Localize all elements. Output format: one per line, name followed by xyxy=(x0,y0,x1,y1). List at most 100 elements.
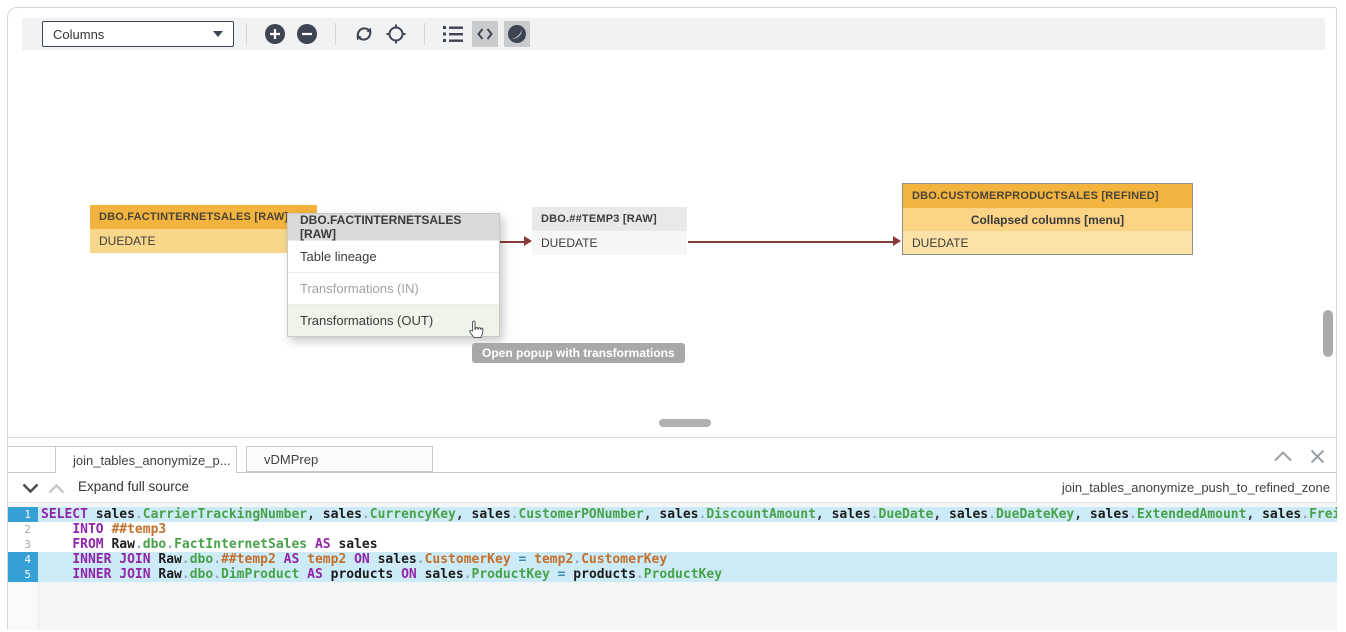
code-line[interactable]: 1SELECT sales.CarrierTrackingNumber, sal… xyxy=(8,507,1337,522)
sql-token: CustomerPONumber xyxy=(518,507,643,522)
sql-text: INNER JOIN Raw.dbo.DimProduct AS product… xyxy=(38,567,722,582)
sql-token: sales xyxy=(832,507,871,522)
line-number: 1 xyxy=(8,507,38,522)
horizontal-scrollbar-thumb[interactable] xyxy=(659,419,711,427)
zoom-in-button[interactable] xyxy=(262,21,288,47)
columns-dropdown[interactable]: Columns xyxy=(42,21,234,47)
code-line[interactable]: 5 INNER JOIN Raw.dbo.DimProduct AS produ… xyxy=(8,567,1337,582)
hand-cursor-icon xyxy=(465,320,485,347)
sql-token: . xyxy=(182,552,190,567)
sql-token xyxy=(41,552,72,567)
sql-token xyxy=(346,552,354,567)
sql-source-viewer[interactable]: 1SELECT sales.CarrierTrackingNumber, sal… xyxy=(8,503,1337,630)
zoom-out-button[interactable] xyxy=(294,21,320,47)
scroll-down-source-button[interactable] xyxy=(22,481,39,499)
sql-token xyxy=(550,567,558,582)
toolbar-separator xyxy=(424,23,425,45)
menu-item-transformations-in: Transformations (IN) xyxy=(288,272,499,304)
sql-token: . xyxy=(166,537,174,552)
sql-token: . xyxy=(182,567,190,582)
sql-token: sales xyxy=(323,507,362,522)
node-temp3[interactable]: DBO.##TEMP3 [RAW] DUEDATE xyxy=(532,207,687,255)
sql-token: . xyxy=(362,507,370,522)
collapsed-columns-menu[interactable]: Collapsed columns [menu] xyxy=(903,208,1192,231)
node-factinternetsales[interactable]: DBO.FACTINTERNETSALES [RAW] DUEDATE xyxy=(90,205,317,253)
line-number: 4 xyxy=(8,552,38,567)
sql-token: INNER JOIN xyxy=(72,552,158,567)
lineage-edge-arrowhead xyxy=(893,236,901,246)
code-line[interactable]: 4 INNER JOIN Raw.dbo.##temp2 AS temp2 ON… xyxy=(8,552,1337,567)
lineage-edge xyxy=(688,241,893,243)
fit-to-screen-icon xyxy=(385,23,407,45)
sql-token: , xyxy=(816,507,832,522)
node-title[interactable]: DBO.##TEMP3 [RAW] xyxy=(532,207,687,231)
sql-token: ##temp3 xyxy=(111,522,166,537)
sql-text: FROM Raw.dbo.FactInternetSales AS sales xyxy=(38,537,378,552)
sql-token: . xyxy=(1129,507,1137,522)
sql-token: AS xyxy=(307,567,330,582)
sql-token: sales xyxy=(378,552,417,567)
sql-token: ON xyxy=(354,552,377,567)
sql-token: Raw xyxy=(111,537,134,552)
sql-token: dbo xyxy=(190,567,213,582)
sql-token: DimProduct xyxy=(221,567,299,582)
tab-join-tables-anonymize[interactable]: join_tables_anonymize_p... xyxy=(55,446,237,473)
chevron-up-icon xyxy=(48,483,65,494)
toolbar-separator xyxy=(335,23,336,45)
sql-token: FROM xyxy=(72,537,111,552)
source-script-name: join_tables_anonymize_push_to_refined_zo… xyxy=(1062,480,1330,495)
scroll-up-source-button[interactable] xyxy=(48,481,65,499)
sql-token: ExtendedAmount xyxy=(1137,507,1247,522)
node-column-duedate[interactable]: DUEDATE xyxy=(90,229,317,253)
tab-vdmprep[interactable]: vDMPrep xyxy=(246,446,433,472)
sql-token: , xyxy=(456,507,472,522)
sql-token: Raw xyxy=(158,567,181,582)
code-icon xyxy=(476,26,494,42)
code-view-button[interactable] xyxy=(472,21,498,47)
collapse-panel-button[interactable] xyxy=(1272,447,1294,465)
sql-token: . xyxy=(417,552,425,567)
sql-token: sales xyxy=(472,507,511,522)
sql-token: . xyxy=(213,552,221,567)
node-column-duedate[interactable]: DUEDATE xyxy=(903,231,1192,254)
sql-token: AS xyxy=(284,552,307,567)
sql-token: AS xyxy=(315,537,338,552)
sql-token: ON xyxy=(401,567,424,582)
close-panel-button[interactable] xyxy=(1306,447,1328,465)
sql-token: . xyxy=(213,567,221,582)
sql-token: CustomerKey xyxy=(425,552,511,567)
tooltip: Open popup with transformations xyxy=(472,343,685,363)
refresh-icon xyxy=(353,23,375,45)
context-menu-title: DBO.FACTINTERNETSALES [RAW] xyxy=(288,214,499,240)
columns-dropdown-value: Columns xyxy=(53,27,104,42)
code-lines: 1SELECT sales.CarrierTrackingNumber, sal… xyxy=(8,503,1337,582)
contrast-button[interactable] xyxy=(504,21,530,47)
expand-full-source-button[interactable]: Expand full source xyxy=(78,479,189,494)
node-column-duedate[interactable]: DUEDATE xyxy=(532,231,687,255)
sql-token: . xyxy=(135,507,143,522)
refresh-button[interactable] xyxy=(351,21,377,47)
sql-token: . xyxy=(988,507,996,522)
sql-token: CurrencyKey xyxy=(370,507,456,522)
lineage-edge-arrowhead xyxy=(524,236,532,246)
sql-token: sales xyxy=(96,507,135,522)
sql-token xyxy=(299,567,307,582)
node-customerproductsales[interactable]: DBO.CUSTOMERPRODUCTSALES [REFINED] Colla… xyxy=(902,183,1193,255)
zoom-out-icon xyxy=(296,23,318,45)
list-view-button[interactable] xyxy=(440,21,466,47)
sql-token: , xyxy=(933,507,949,522)
sql-token xyxy=(307,537,315,552)
sql-token xyxy=(526,552,534,567)
sql-token: ProductKey xyxy=(644,567,722,582)
node-title[interactable]: DBO.FACTINTERNETSALES [RAW] xyxy=(90,205,317,229)
sql-text: INNER JOIN Raw.dbo.##temp2 AS temp2 ON s… xyxy=(38,552,667,567)
fit-to-screen-button[interactable] xyxy=(383,21,409,47)
code-line[interactable]: 3 FROM Raw.dbo.FactInternetSales AS sale… xyxy=(8,537,1337,552)
sql-token: . xyxy=(464,567,472,582)
sql-text: SELECT sales.CarrierTrackingNumber, sale… xyxy=(38,507,1337,522)
code-line[interactable]: 2 INTO ##temp3 xyxy=(8,522,1337,537)
sql-token: sales xyxy=(949,507,988,522)
menu-item-table-lineage[interactable]: Table lineage xyxy=(288,240,499,272)
node-title[interactable]: DBO.CUSTOMERPRODUCTSALES [REFINED] xyxy=(903,184,1192,208)
vertical-scrollbar-thumb[interactable] xyxy=(1323,310,1333,357)
